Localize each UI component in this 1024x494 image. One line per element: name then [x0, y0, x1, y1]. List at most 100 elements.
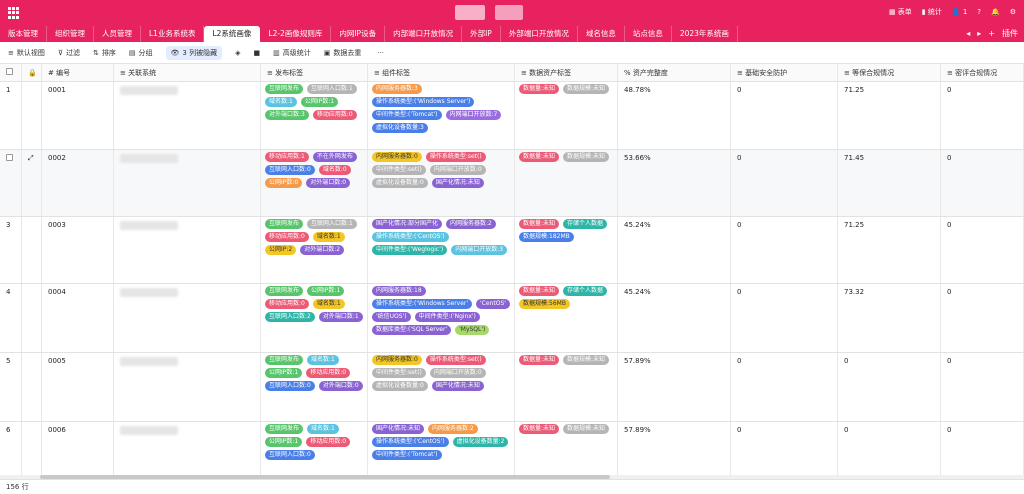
- table-row[interactable]: 4 0004 互联网发布 公网IP数:1 移动应用数:0 域名数:1 互联网入口数:2 对外端…: [0, 284, 1024, 353]
- asset-completeness: 57.89%: [618, 353, 731, 421]
- related-system: [114, 284, 261, 352]
- user-count[interactable]: 👤 1: [952, 8, 967, 16]
- tag: 操作系统类型:('Windows Server': [372, 299, 473, 309]
- tab-9[interactable]: 外部端口开放情况: [501, 26, 578, 42]
- publish-tags: 互联网发布 互联网入口数:1 域名数:1 公网IP数:1 对外端口数:3 移动应用数:0: [261, 82, 368, 149]
- column-type-icon: %: [624, 69, 633, 77]
- tag: 互联网入口数:1: [307, 84, 357, 94]
- tag: 数据库类型:('SQL Server': [372, 325, 452, 335]
- expand-icon[interactable]: ⤢: [28, 154, 34, 162]
- toolbar-item-2[interactable]: ⇅ 排序: [93, 48, 116, 58]
- row-count: 156 行: [0, 479, 1024, 494]
- toolbar-item-3[interactable]: ▤ 分组: [129, 48, 153, 58]
- column-header-6[interactable]: ≡ 基础安全防护: [731, 64, 838, 81]
- row-expand[interactable]: [22, 82, 42, 149]
- toolbar-item-6[interactable]: ■: [253, 49, 260, 57]
- tag: 内网端口开放数:7: [445, 110, 502, 120]
- tab-1[interactable]: 组织管理: [47, 26, 94, 42]
- tag: 内网服务器数:0: [372, 355, 422, 365]
- column-header-label: 等保合规情况: [852, 69, 895, 77]
- tag: 操作系统类型:set(): [425, 355, 486, 365]
- column-type-icon: ≡: [374, 69, 383, 77]
- tab-11[interactable]: 站点信息: [625, 26, 672, 42]
- basic-security: 0: [731, 82, 838, 149]
- toolbar-icon: ■: [253, 48, 261, 57]
- row-expand[interactable]: [22, 217, 42, 283]
- column-type-icon: ≡: [521, 69, 530, 77]
- table-row[interactable]: 1 0001 互联网发布 互联网入口数:1 域名数:1 公网IP数:1 对外端口数:3 移动应…: [0, 82, 1024, 150]
- toolbar-item-0[interactable]: ≡ 默认视图: [8, 48, 45, 58]
- data-asset-tags: 数据量:未知 数据规模:未知: [515, 353, 618, 421]
- row-expand[interactable]: ⤢: [22, 150, 42, 216]
- tab-6[interactable]: 内网IP设备: [331, 26, 386, 42]
- bell-icon[interactable]: 🔔: [991, 8, 1000, 16]
- tab-5[interactable]: L2-2画像规则库: [260, 26, 332, 42]
- blurred-system-name: [120, 86, 178, 95]
- toolbar-label: 过滤: [66, 48, 80, 57]
- toolbar-item-5[interactable]: ◈: [235, 49, 240, 57]
- select-all-header[interactable]: [0, 64, 22, 81]
- table-row[interactable]: 5 0005 互联网发布 域名数:1 公网IP数:1 移动应用数:0 互联网入口数:0 对外端…: [0, 353, 1024, 422]
- tag: 域名数:0: [318, 165, 351, 175]
- apps-grid-icon[interactable]: [8, 7, 20, 19]
- tag: 'MySQL'): [455, 325, 490, 335]
- tab-12[interactable]: 2023年系统画: [672, 26, 738, 42]
- toolbar-icon: ▥: [273, 48, 280, 57]
- tag: 中间件类型:('Tomcat'): [372, 450, 442, 460]
- tab-4[interactable]: L2系统画像: [204, 26, 261, 42]
- top-right-actions: ▦ 表单 ▮ 统计 👤 1 ? 🔔 ⚙: [889, 7, 1016, 17]
- blurred-title: [455, 5, 523, 20]
- tab-0[interactable]: 版本管理: [0, 26, 47, 42]
- tag: 对外端口数:1: [318, 312, 363, 322]
- column-header-8[interactable]: ≡ 密评合规情况: [941, 64, 1024, 81]
- basic-security: 0: [731, 353, 838, 421]
- tag: 内网端口开放数:0: [429, 165, 486, 175]
- column-header-2[interactable]: ≡ 发布标签: [261, 64, 368, 81]
- select-all-checkbox[interactable]: [6, 68, 13, 75]
- row-expand[interactable]: [22, 422, 42, 478]
- toolbar-item-9[interactable]: ···: [374, 49, 384, 57]
- column-type-icon: ≡: [120, 69, 129, 77]
- toolbar-icon: ▣: [323, 48, 331, 57]
- column-header-5[interactable]: % 资产完整度: [618, 64, 731, 81]
- tab-action-2[interactable]: +: [988, 29, 995, 38]
- table-row[interactable]: 3 0003 互联网发布 互联网入口数:1 移动应用数:0 域名数:1 公网IP:2 对外端口…: [0, 217, 1024, 284]
- column-header-4[interactable]: ≡ 数据资产标签: [515, 64, 618, 81]
- settings-icon[interactable]: ⚙: [1010, 8, 1016, 16]
- tab-8[interactable]: 外部IP: [462, 26, 501, 42]
- tag: 数据量:未知: [519, 84, 560, 94]
- column-header-1[interactable]: ≡ 关联系统: [114, 64, 261, 81]
- row-checkbox[interactable]: [6, 154, 13, 161]
- asset-completeness: 53.66%: [618, 150, 731, 216]
- tag: 对外端口数:0: [306, 178, 351, 188]
- form-button[interactable]: ▦ 表单: [889, 7, 912, 17]
- toolbar-item-4[interactable]: 👁 3 列被隐藏: [165, 45, 223, 60]
- toolbar-item-7[interactable]: ▥ 高级统计: [273, 48, 311, 58]
- table-row[interactable]: 6 0006 互联网发布 域名数:1 公网IP数:1 移动应用数:0 互联网入口数:0 国产化…: [0, 422, 1024, 479]
- column-header-7[interactable]: ≡ 等保合规情况: [838, 64, 941, 81]
- toolbar-label: ···: [377, 48, 385, 57]
- tab-7[interactable]: 内部端口开放情况: [385, 26, 463, 42]
- help-icon[interactable]: ?: [977, 8, 981, 16]
- column-header-0[interactable]: # 编号: [42, 64, 114, 81]
- tag: 域名数:1: [307, 355, 339, 365]
- toolbar-item-1[interactable]: ⊽ 过滤: [58, 48, 80, 58]
- toolbar-item-8[interactable]: ▣ 数据去重: [324, 48, 362, 58]
- tab-action-3[interactable]: 插件: [1002, 28, 1018, 39]
- table-row[interactable]: ⤢ 0002 移动应用数:1 不在外网发布 互联网入口数:0 域名数:0 公网IP数:0 对外…: [0, 150, 1024, 217]
- column-header-3[interactable]: ≡ 组件标签: [368, 64, 515, 81]
- tab-2[interactable]: 人员管理: [94, 26, 141, 42]
- tab-action-1[interactable]: ▸: [977, 29, 981, 38]
- row-expand[interactable]: [22, 353, 42, 421]
- mipin-compliance: 0: [941, 217, 1024, 283]
- stats-button[interactable]: ▮ 统计: [922, 7, 942, 17]
- row-expand[interactable]: [22, 284, 42, 352]
- tab-action-0[interactable]: ◂: [966, 29, 970, 38]
- tab-10[interactable]: 域名信息: [578, 26, 625, 42]
- tab-3[interactable]: L1业务系统表: [141, 26, 205, 42]
- tag: 中间件类型:set(): [372, 165, 426, 175]
- tag: 数据量:未知: [519, 355, 560, 365]
- tag: 操作系统类型:('CentOS'): [372, 232, 449, 242]
- basic-security: 0: [731, 217, 838, 283]
- component-tags: 内网服务器数:18 操作系统类型:('Windows Server' 'CentOS…: [368, 284, 515, 352]
